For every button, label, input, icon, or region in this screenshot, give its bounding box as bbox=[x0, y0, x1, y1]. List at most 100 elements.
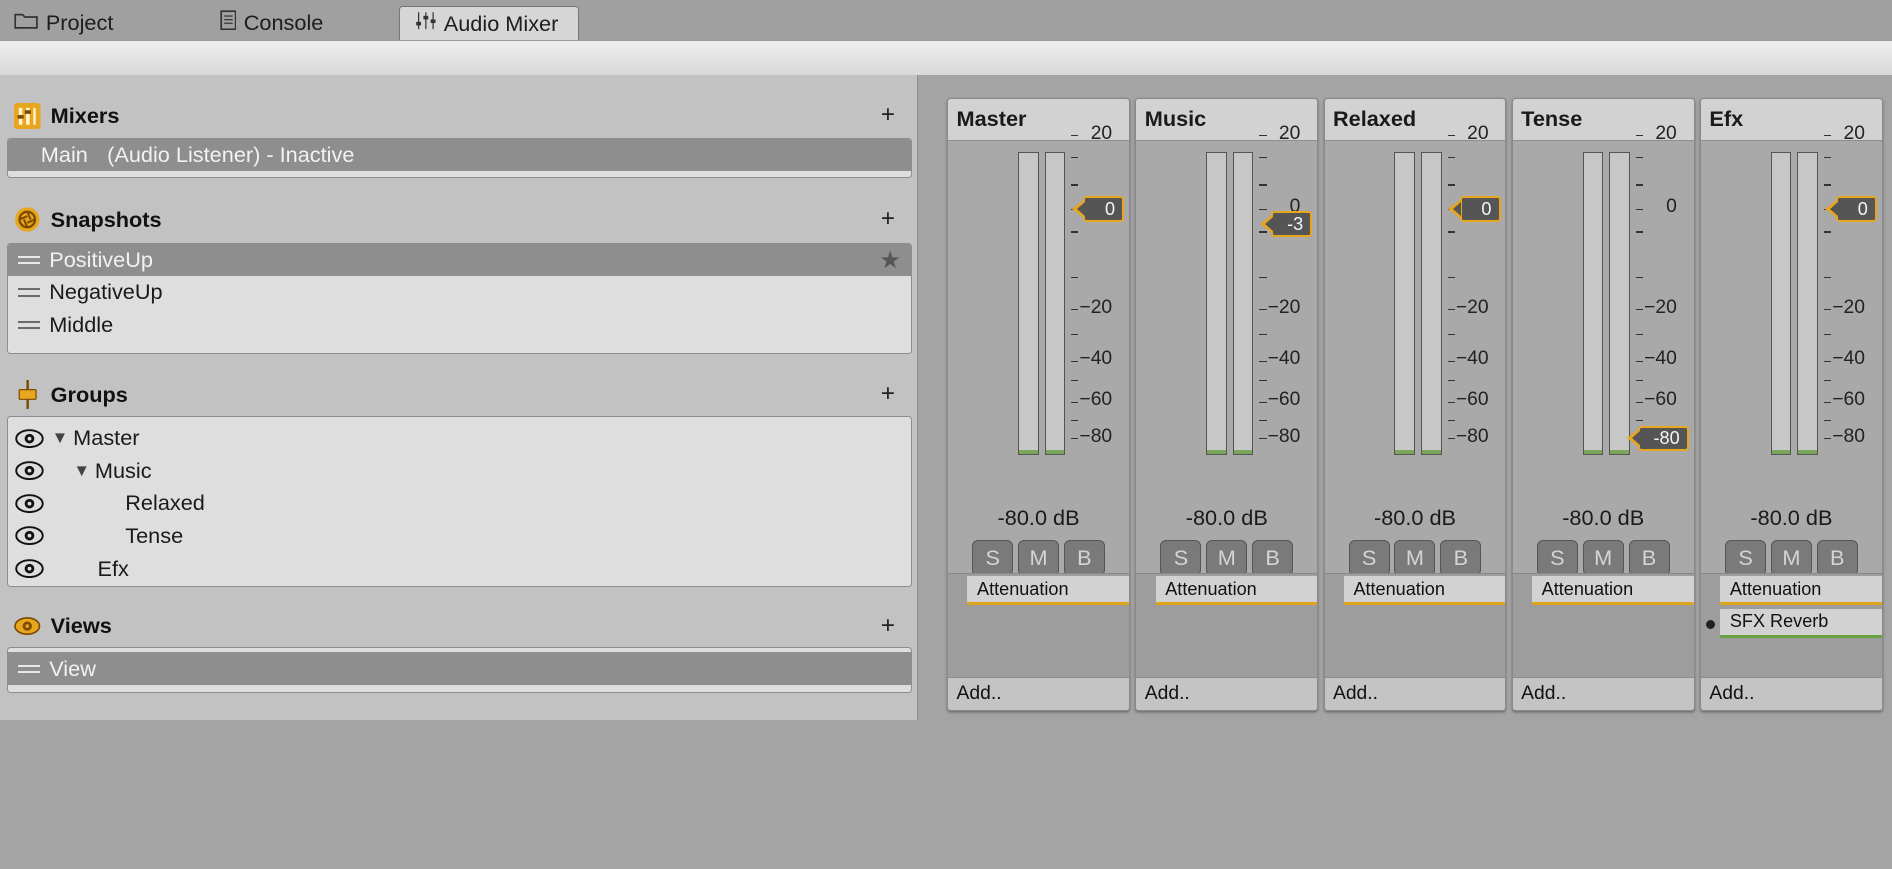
group-item-efx[interactable]: Efx bbox=[8, 552, 910, 585]
meter-level-fill bbox=[1422, 450, 1441, 454]
mute-button[interactable]: M bbox=[1018, 540, 1060, 577]
mute-button[interactable]: M bbox=[1582, 540, 1624, 577]
effect-attenuation[interactable]: Attenuation bbox=[1532, 576, 1694, 606]
snapshot-item-positiveup[interactable]: PositiveUp ★ bbox=[8, 243, 911, 277]
view-item-view[interactable]: View bbox=[8, 652, 911, 686]
groups-tree: ▼ Master ▼ Music Relaxed Tense Efx bbox=[7, 416, 912, 588]
scale-label: −20 bbox=[1267, 296, 1301, 318]
group-name: Tense bbox=[125, 523, 184, 549]
mute-button[interactable]: M bbox=[1394, 540, 1436, 577]
bypass-button[interactable]: B bbox=[1816, 540, 1858, 577]
volume-fader-handle[interactable]: 0 bbox=[1448, 196, 1501, 222]
tab-audio-mixer[interactable]: Audio Mixer bbox=[399, 6, 579, 41]
eye-icon[interactable] bbox=[15, 559, 45, 578]
add-view-button[interactable]: + bbox=[876, 612, 900, 640]
scale-tick bbox=[1259, 419, 1267, 421]
scale-label: −80 bbox=[1267, 425, 1301, 447]
mixer-strips-area: Master200−20−40−60−800-80.0 dBSMBAttenua… bbox=[918, 74, 1892, 721]
level-readout: -80.0 dB bbox=[1185, 505, 1268, 531]
volume-fader-handle[interactable]: -3 bbox=[1260, 211, 1313, 237]
effect-attenuation[interactable]: Attenuation bbox=[1720, 576, 1882, 606]
effect-sfx-reverb[interactable]: SFX Reverb bbox=[1720, 608, 1882, 638]
snapshot-item-middle[interactable]: Middle bbox=[8, 309, 910, 342]
scale-label: −40 bbox=[1644, 348, 1677, 370]
drag-handle-icon[interactable] bbox=[17, 288, 40, 297]
eye-icon[interactable] bbox=[15, 428, 45, 448]
add-group-button[interactable]: + bbox=[876, 380, 900, 408]
tab-project-label: Project bbox=[45, 9, 114, 35]
star-icon[interactable]: ★ bbox=[879, 246, 901, 275]
scale-tick bbox=[1824, 419, 1832, 421]
expand-triangle-icon[interactable]: ▼ bbox=[52, 428, 69, 448]
volume-fader-handle[interactable]: -80 bbox=[1626, 425, 1689, 451]
group-item-relaxed[interactable]: Relaxed bbox=[8, 487, 910, 520]
tab-project[interactable]: Project bbox=[14, 6, 113, 40]
add-effect-button[interactable]: Add.. bbox=[1136, 676, 1318, 711]
add-effect-button[interactable]: Add.. bbox=[1512, 676, 1694, 711]
add-mixer-button[interactable]: + bbox=[876, 101, 900, 129]
views-eye-icon bbox=[14, 613, 41, 640]
volume-fader-handle[interactable]: 0 bbox=[1071, 196, 1125, 222]
solo-button[interactable]: S bbox=[1725, 540, 1767, 577]
vu-meter-right bbox=[1044, 151, 1066, 455]
scale-tick bbox=[1635, 379, 1644, 382]
eye-icon[interactable] bbox=[15, 526, 45, 546]
solo-button[interactable]: S bbox=[1536, 540, 1578, 577]
group-item-music[interactable]: ▼ Music bbox=[8, 455, 910, 488]
vu-meter-right bbox=[1797, 151, 1818, 455]
add-effect-button[interactable]: Add.. bbox=[1324, 676, 1506, 711]
solo-button[interactable]: S bbox=[1160, 540, 1202, 577]
eye-icon[interactable] bbox=[15, 461, 45, 481]
effect-attenuation[interactable]: Attenuation bbox=[967, 576, 1130, 606]
add-effect-button[interactable]: Add.. bbox=[948, 676, 1130, 711]
scale-tick bbox=[1447, 231, 1455, 233]
tab-audio-mixer-label: Audio Mixer bbox=[443, 10, 559, 36]
tab-bar: Project Console Audio Mixer bbox=[0, 0, 1892, 41]
tab-console[interactable]: Console bbox=[219, 6, 323, 40]
add-snapshot-button[interactable]: + bbox=[876, 205, 900, 233]
mute-button[interactable]: M bbox=[1770, 540, 1812, 577]
meter-area: 200−20−40−60−800-80.0 dBSMB bbox=[948, 123, 1130, 577]
meter-level-fill bbox=[1019, 450, 1038, 454]
scale-label: −60 bbox=[1267, 389, 1301, 411]
solo-mute-bypass-buttons: SMB bbox=[1725, 540, 1858, 577]
drag-handle-icon[interactable] bbox=[17, 320, 40, 330]
bypass-button[interactable]: B bbox=[1063, 540, 1105, 577]
bypass-button[interactable]: B bbox=[1252, 540, 1294, 577]
effect-attenuation[interactable]: Attenuation bbox=[1343, 576, 1506, 606]
mixer-item-main[interactable]: Main (Audio Listener) - Inactive bbox=[8, 138, 911, 172]
scale-label: −60 bbox=[1644, 389, 1677, 411]
expand-triangle-icon[interactable]: ▼ bbox=[73, 461, 90, 481]
solo-button[interactable]: S bbox=[972, 540, 1014, 577]
volume-fader-handle[interactable]: 0 bbox=[1824, 196, 1878, 222]
bypass-button[interactable]: B bbox=[1440, 540, 1482, 577]
meter-level-fill bbox=[1583, 450, 1603, 454]
eye-icon[interactable] bbox=[15, 494, 45, 513]
scale-tick bbox=[1447, 277, 1455, 279]
scale-label: −60 bbox=[1832, 389, 1865, 411]
send-bullet-icon[interactable] bbox=[1705, 619, 1716, 630]
scale-tick bbox=[1071, 184, 1079, 186]
effect-attenuation[interactable]: Attenuation bbox=[1155, 576, 1318, 606]
group-item-tense[interactable]: Tense bbox=[8, 520, 910, 553]
effects-list: Attenuation bbox=[1512, 572, 1694, 678]
effects-list: Attenuation bbox=[1324, 572, 1506, 678]
scale-tick bbox=[1259, 333, 1267, 336]
mute-button[interactable]: M bbox=[1206, 540, 1248, 577]
snapshot-name: NegativeUp bbox=[49, 279, 163, 305]
scale-label: −40 bbox=[1079, 348, 1113, 370]
add-effect-button[interactable]: Add.. bbox=[1700, 676, 1882, 711]
drag-handle-icon[interactable] bbox=[17, 664, 40, 673]
mixers-header: Mixers + bbox=[14, 99, 907, 133]
snapshot-camera-icon bbox=[14, 206, 41, 233]
meter-level-fill bbox=[1798, 450, 1817, 454]
scale-label: −40 bbox=[1832, 348, 1865, 370]
scale-tick bbox=[1824, 379, 1832, 382]
drag-handle-icon[interactable] bbox=[17, 255, 40, 264]
solo-button[interactable]: S bbox=[1348, 540, 1390, 577]
bypass-button[interactable]: B bbox=[1628, 540, 1670, 577]
views-title: Views bbox=[50, 613, 112, 639]
group-item-master[interactable]: ▼ Master bbox=[8, 422, 910, 455]
snapshots-header: Snapshots + bbox=[14, 203, 907, 237]
snapshot-item-negativeup[interactable]: NegativeUp bbox=[8, 276, 910, 309]
